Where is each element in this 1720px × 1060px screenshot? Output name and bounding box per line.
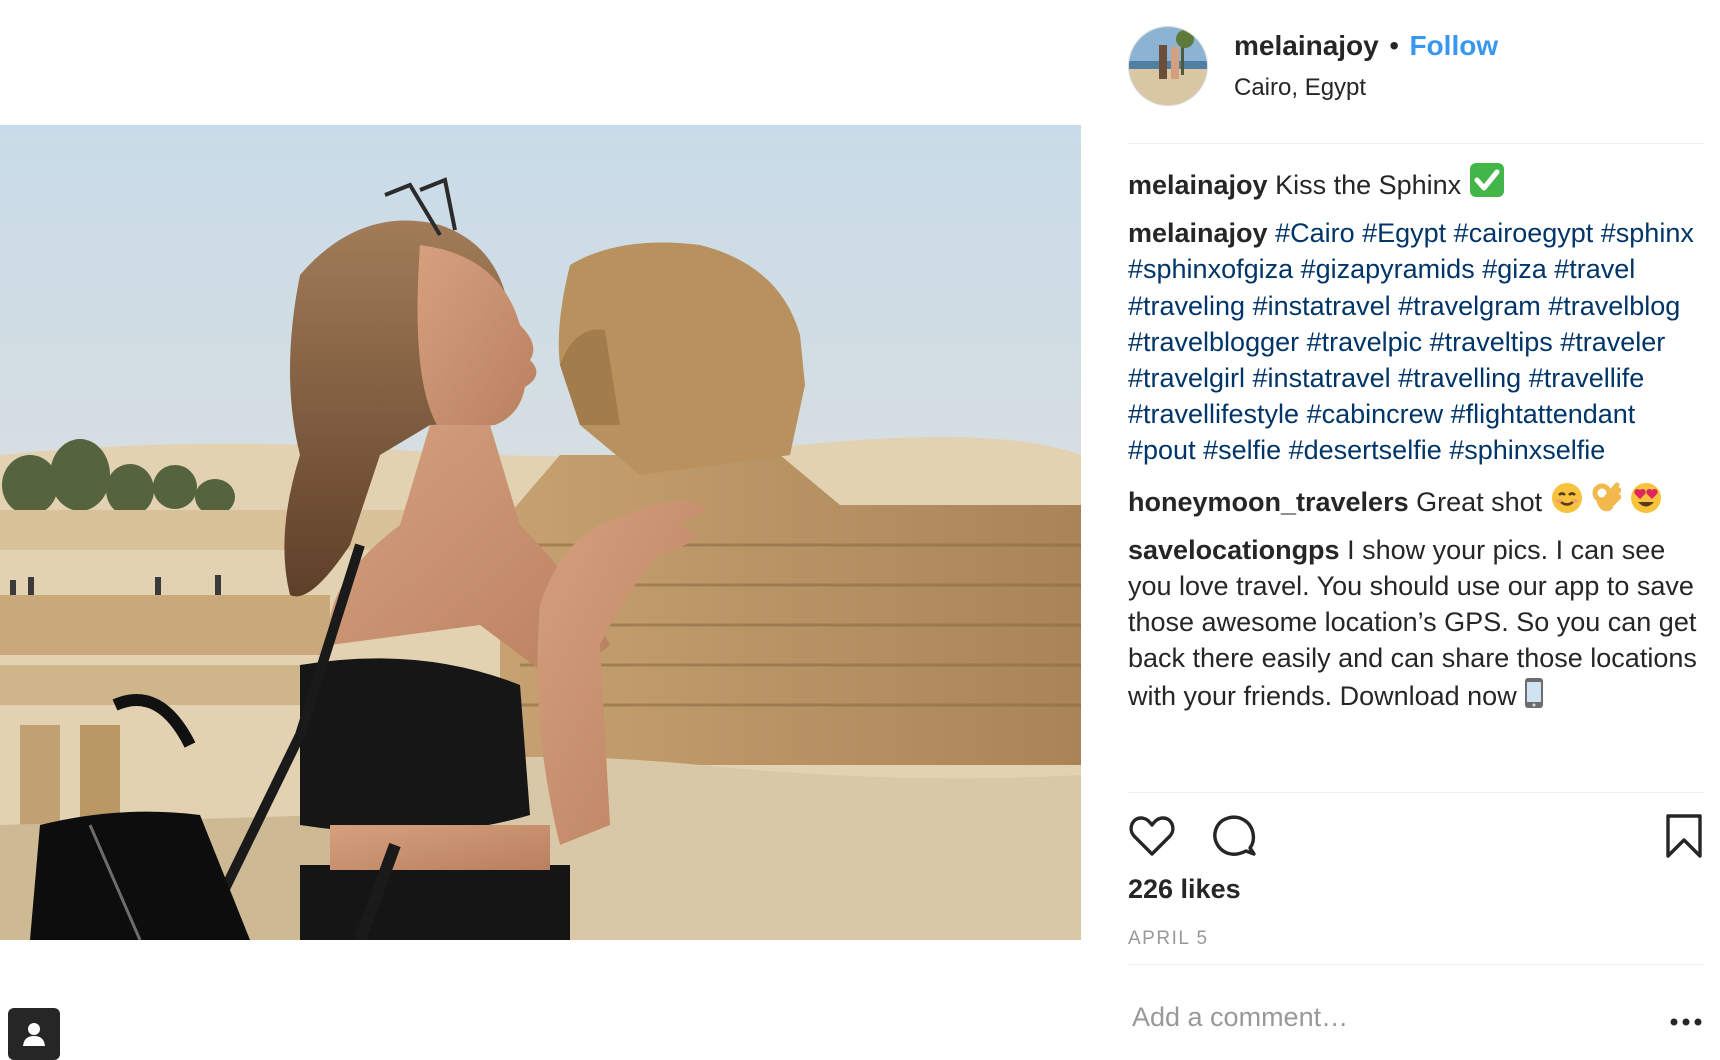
header-text: melainajoy • Follow Cairo, Egypt	[1234, 30, 1498, 102]
smiling-face-emoji	[1551, 482, 1582, 513]
post-actions	[1128, 812, 1704, 860]
more-options-icon[interactable]	[1668, 1010, 1704, 1034]
heart-eyes-emoji	[1630, 482, 1661, 513]
footer-divider	[1128, 964, 1704, 965]
post-photo[interactable]	[0, 125, 1081, 940]
comment-icon[interactable]	[1210, 812, 1258, 860]
avatar-image	[1129, 27, 1207, 105]
bookmark-icon[interactable]	[1660, 812, 1708, 860]
separator-dot: •	[1389, 30, 1399, 61]
list-item: savelocationgps I show your pics. I can …	[1128, 532, 1702, 714]
user-tag-icon[interactable]	[8, 1008, 60, 1060]
follow-button[interactable]: Follow	[1409, 30, 1498, 61]
location-link[interactable]: Cairo, Egypt	[1234, 74, 1498, 102]
sphinx-photo	[0, 125, 1081, 940]
likes-count[interactable]: 226 likes	[1128, 874, 1241, 905]
heart-icon[interactable]	[1128, 812, 1176, 860]
comment-text: Great shot	[1416, 486, 1543, 517]
caption-comment: melainajoy Kiss the Sphinx	[1128, 162, 1702, 203]
comment-username[interactable]: melainajoy	[1128, 170, 1268, 200]
comments-divider	[1128, 792, 1704, 793]
comment-username[interactable]: savelocationgps	[1128, 535, 1340, 565]
avatar[interactable]	[1128, 26, 1208, 106]
ok-hand-emoji	[1592, 482, 1622, 511]
comment-text: Kiss the Sphinx	[1275, 170, 1462, 200]
comment-username[interactable]: honeymoon_travelers	[1128, 487, 1409, 517]
mobile-phone-emoji	[1525, 677, 1544, 708]
hashtag-comment: melainajoy #Cairo #Egypt #cairoegypt #sp…	[1128, 215, 1702, 468]
add-comment-input[interactable]	[1132, 1002, 1652, 1033]
post-header: melainajoy • Follow Cairo, Egypt	[1128, 26, 1704, 106]
list-item: honeymoon_travelers Great shot	[1128, 481, 1702, 520]
comments-list: melainajoy Kiss the Sphinx melainajoy #C…	[1128, 162, 1702, 726]
check-mark-emoji	[1469, 163, 1504, 197]
post-details-panel: melainajoy • Follow Cairo, Egypt melaina…	[1128, 0, 1704, 1060]
person-icon	[23, 1023, 45, 1046]
comment-username[interactable]: melainajoy	[1128, 218, 1268, 248]
instagram-post-view: melainajoy • Follow Cairo, Egypt melaina…	[0, 0, 1720, 1060]
header-divider	[1128, 143, 1704, 144]
username[interactable]: melainajoy	[1234, 30, 1379, 61]
hashtag-list[interactable]: #Cairo #Egypt #cairoegypt #sphinx #sphin…	[1128, 218, 1694, 465]
post-date[interactable]: APRIL 5	[1128, 928, 1209, 950]
